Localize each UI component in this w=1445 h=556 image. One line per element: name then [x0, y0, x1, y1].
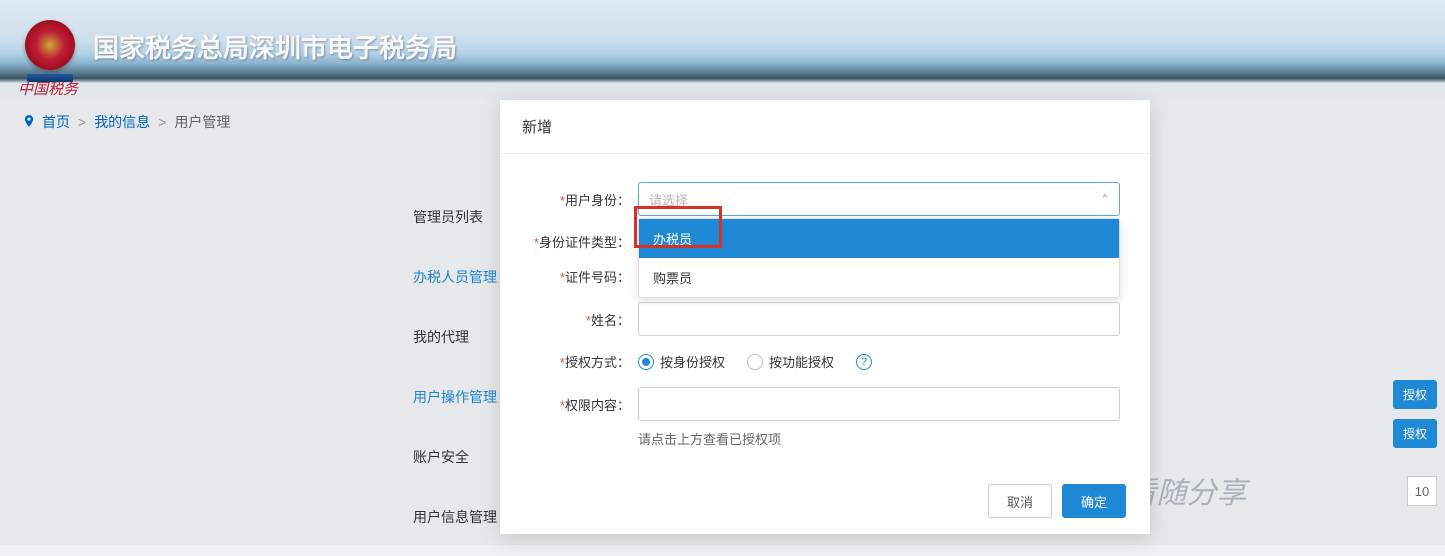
site-title: 国家税务总局深圳市电子税务局 — [93, 28, 457, 65]
radio-icon — [747, 354, 763, 370]
site-header: 国家税务总局深圳市电子税务局 中国税务 — [0, 0, 1445, 98]
label-id-number: 证件号码： — [565, 270, 630, 285]
modal-title: 新增 — [500, 100, 1150, 154]
emblem-icon — [25, 20, 75, 70]
auth-badge[interactable]: 授权 — [1393, 419, 1437, 448]
cancel-button[interactable]: 取消 — [988, 484, 1052, 518]
label-perm-content: 权限内容： — [565, 398, 630, 413]
breadcrumb-sep: > — [158, 114, 166, 130]
label-name: 姓名： — [591, 313, 630, 328]
right-badges: 授权 授权 — [1393, 380, 1437, 448]
select-user-role[interactable]: 请选择 ⌃ — [638, 182, 1120, 216]
row-name: *姓名： — [530, 302, 1120, 336]
breadcrumb-myinfo[interactable]: 我的信息 — [94, 112, 150, 132]
red-subtitle: 中国税务 — [18, 78, 78, 99]
radio-by-identity[interactable]: 按身份授权 — [638, 352, 725, 371]
radio-label: 按身份授权 — [660, 352, 725, 371]
hint-text: 请点击上方查看已授权项 — [638, 429, 1120, 448]
row-perm-content: *权限内容： — [530, 387, 1120, 421]
breadcrumb-sep: > — [78, 114, 86, 130]
dropdown-option-ticket-buyer[interactable]: 购票员 — [639, 258, 1119, 297]
location-pin-icon — [22, 114, 36, 131]
radio-by-function[interactable]: 按功能授权 — [747, 352, 834, 371]
page-number[interactable]: 10 — [1407, 476, 1437, 506]
breadcrumb-current: 用户管理 — [174, 112, 230, 132]
radio-icon — [638, 354, 654, 370]
label-id-type: 身份证件类型： — [539, 235, 630, 250]
input-perm-content[interactable] — [638, 387, 1120, 421]
select-placeholder: 请选择 — [649, 190, 688, 209]
user-role-dropdown: 办税员 购票员 — [638, 218, 1120, 298]
chevron-up-icon: ⌃ — [1101, 194, 1109, 205]
row-user-role: *用户身份： 请选择 ⌃ 办税员 购票员 — [530, 182, 1120, 216]
confirm-button[interactable]: 确定 — [1062, 484, 1126, 518]
breadcrumb-home[interactable]: 首页 — [42, 112, 70, 132]
label-auth-mode: 授权方式： — [565, 355, 630, 370]
add-modal: 新增 *用户身份： 请选择 ⌃ 办税员 购票员 *身份证件类型： *证件号码： … — [500, 100, 1150, 534]
dropdown-option-tax-officer[interactable]: 办税员 — [639, 219, 1119, 258]
auth-badge[interactable]: 授权 — [1393, 380, 1437, 409]
row-auth-mode: *授权方式： 按身份授权 按功能授权 ? — [530, 352, 1120, 371]
help-icon[interactable]: ? — [856, 354, 872, 370]
input-name[interactable] — [638, 302, 1120, 336]
radio-label: 按功能授权 — [769, 352, 834, 371]
label-user-role: 用户身份： — [565, 193, 630, 208]
